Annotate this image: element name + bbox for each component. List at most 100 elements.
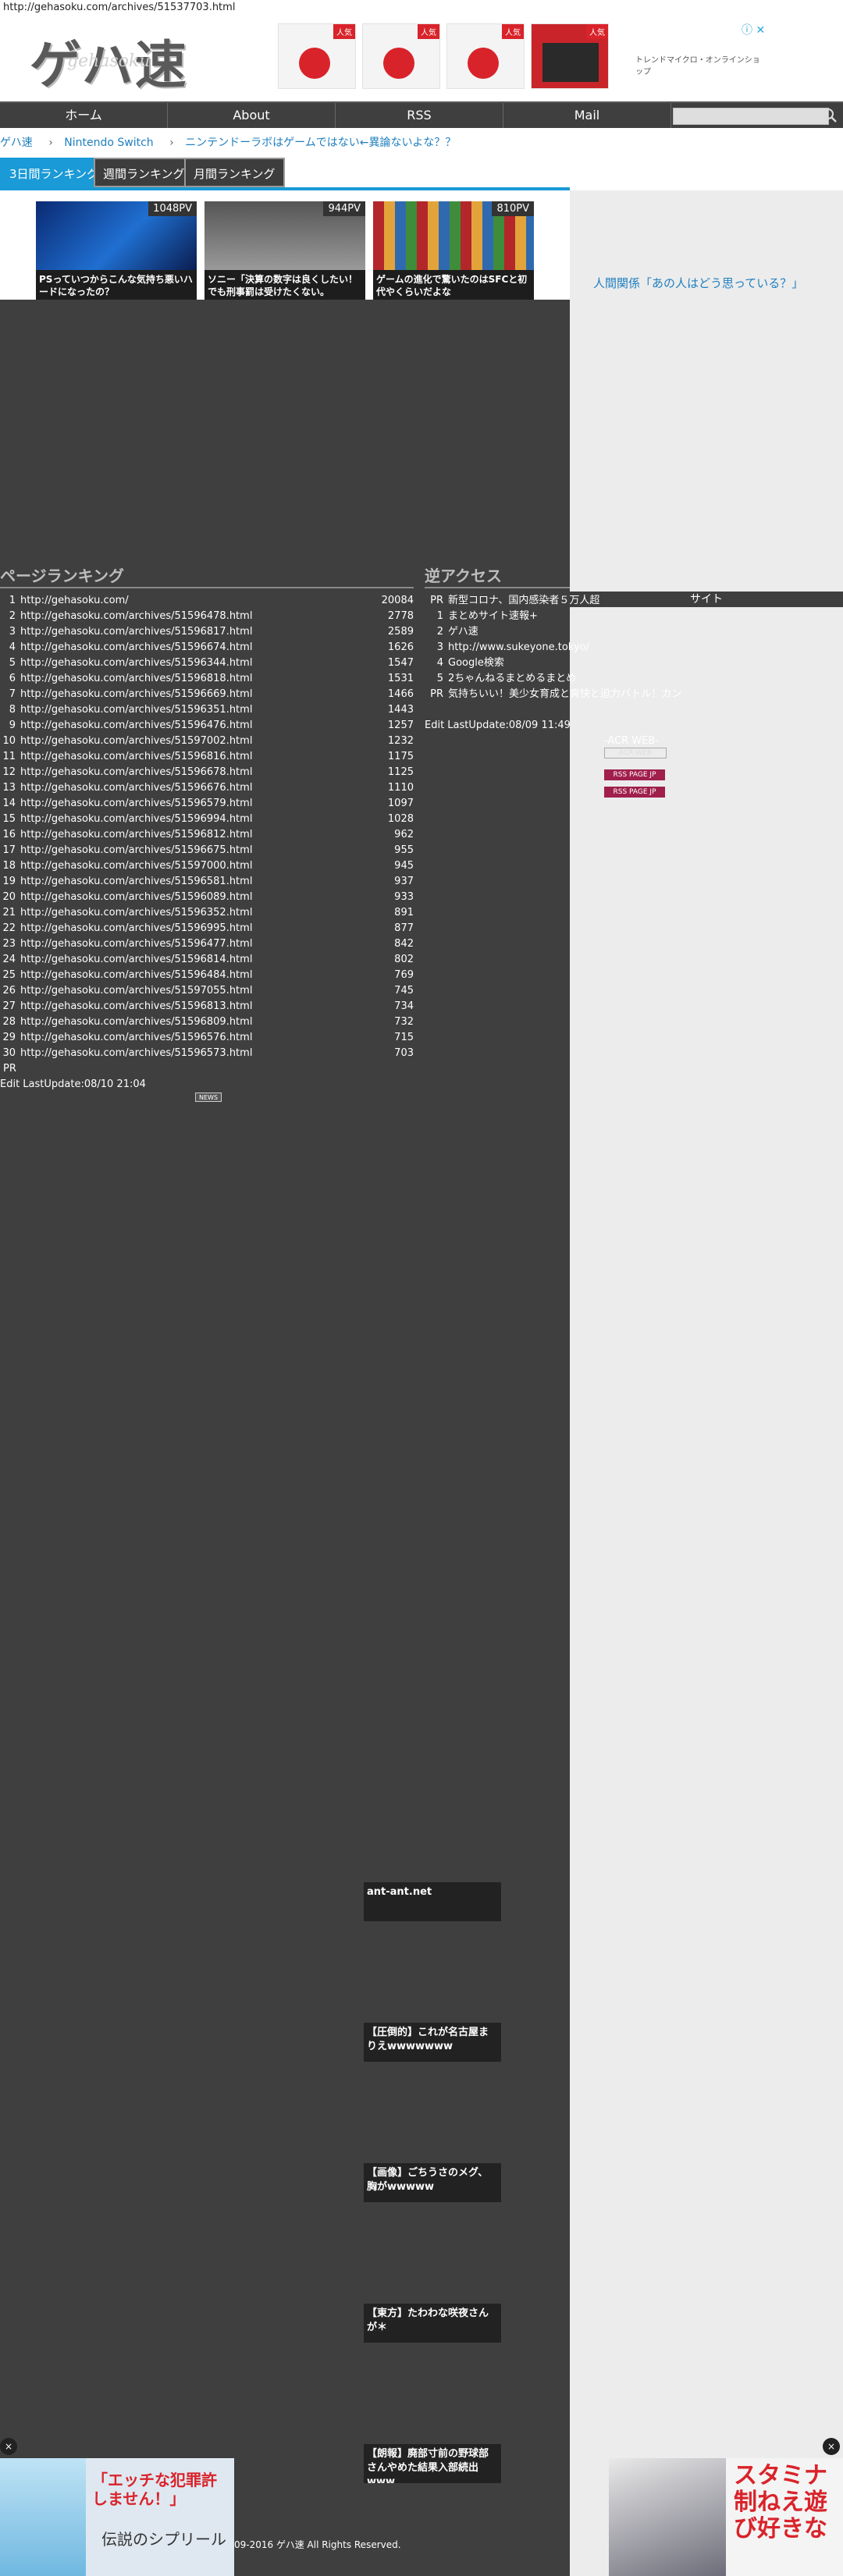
rank-url[interactable]: http://gehasoku.com/archives/51596573.ht… xyxy=(20,1046,252,1061)
table-row[interactable]: 4 http://gehasoku.com/archives/51596674.h… xyxy=(0,640,414,656)
nav-mail[interactable]: Mail xyxy=(503,103,671,128)
table-row[interactable]: 9 http://gehasoku.com/archives/51596476.h… xyxy=(0,718,414,734)
rank-url[interactable]: http://gehasoku.com/archives/51596477.ht… xyxy=(20,936,252,952)
article-card[interactable]: 【画像】ごちうさのメグ、胸がwwwww xyxy=(364,2163,501,2202)
table-row[interactable]: 22 http://gehasoku.com/archives/51596995.… xyxy=(0,921,414,936)
site-logo[interactable]: ゲハ速 gehasoku xyxy=(30,23,209,95)
list-item[interactable]: 1 まとめサイト速報+ xyxy=(425,609,682,624)
table-row[interactable]: 10 http://gehasoku.com/archives/51597002.… xyxy=(0,734,414,749)
search-icon[interactable] xyxy=(821,107,838,124)
close-icon[interactable]: × xyxy=(0,2438,17,2455)
rank-url[interactable]: http://gehasoku.com/ xyxy=(20,593,129,609)
rank-url[interactable]: http://gehasoku.com/archives/51597055.ht… xyxy=(20,983,252,999)
ranking-card[interactable]: 944PV ソニー「決算の数字は良くしたい！でも刑事罰は受けたくない。 xyxy=(205,201,365,300)
rank-url[interactable]: http://gehasoku.com/archives/51596676.ht… xyxy=(20,780,252,796)
table-row[interactable]: 7 http://gehasoku.com/archives/51596669.h… xyxy=(0,687,414,702)
rank-url[interactable]: http://gehasoku.com/archives/51596351.ht… xyxy=(20,702,252,718)
tab-weekly[interactable]: 週間ランキング xyxy=(94,158,194,187)
table-row[interactable]: 5 http://gehasoku.com/archives/51596344.h… xyxy=(0,656,414,671)
sidebar-link[interactable]: 人間関係「あの人はどう思っている？」 xyxy=(593,275,803,291)
list-item[interactable]: 2 ゲハ速 xyxy=(425,624,682,640)
table-row[interactable]: 3 http://gehasoku.com/archives/51596817.h… xyxy=(0,624,414,640)
rss-badge[interactable]: RSS PAGE JP xyxy=(604,787,665,798)
table-row[interactable]: 21 http://gehasoku.com/archives/51596352.… xyxy=(0,905,414,921)
table-row[interactable]: 16 http://gehasoku.com/archives/51596812.… xyxy=(0,827,414,843)
rank-url[interactable]: http://gehasoku.com/archives/51596478.ht… xyxy=(20,609,252,624)
acr-web-badge[interactable]: ACR WEB xyxy=(604,748,667,759)
rank-url[interactable]: http://gehasoku.com/archives/51596818.ht… xyxy=(20,671,252,687)
breadcrumb-category[interactable]: Nintendo Switch xyxy=(64,137,153,149)
table-row[interactable]: 13 http://gehasoku.com/archives/51596676.… xyxy=(0,780,414,796)
ranking-card[interactable]: 810PV ゲームの進化で驚いたのはSFCと初代やくらいだよな xyxy=(373,201,534,300)
access-link[interactable]: 新型コロナ、国内感染者５万人超 xyxy=(448,593,599,609)
header-ad-banner[interactable]: 人気 人気 人気 人気 トレンドマイクロ・オンラインショップ ⓘ ✕ xyxy=(275,19,767,95)
table-row[interactable]: 18 http://gehasoku.com/archives/51597000.… xyxy=(0,858,414,874)
rss-badge[interactable]: RSS PAGE JP xyxy=(604,769,665,780)
table-row[interactable]: 8 http://gehasoku.com/archives/51596351.h… xyxy=(0,702,414,718)
rank-url[interactable]: http://gehasoku.com/archives/51596994.ht… xyxy=(20,812,252,827)
search-input[interactable] xyxy=(673,108,829,125)
table-row[interactable]: 29 http://gehasoku.com/archives/51596576.… xyxy=(0,1030,414,1046)
access-link[interactable]: 気持ちいい！美少女育成と爽快と迫力バトル！カン... xyxy=(448,687,682,702)
ad-product-tile[interactable]: 人気 xyxy=(362,23,440,89)
table-row[interactable]: 11 http://gehasoku.com/archives/51596816.… xyxy=(0,749,414,765)
rank-url[interactable]: http://gehasoku.com/archives/51596813.ht… xyxy=(20,999,252,1014)
table-row[interactable]: 26 http://gehasoku.com/archives/51597055.… xyxy=(0,983,414,999)
rank-url[interactable]: http://gehasoku.com/archives/51596669.ht… xyxy=(20,687,252,702)
list-item[interactable]: 5 2ちゃんねるまとめるまとめ xyxy=(425,671,682,687)
list-item[interactable]: 3 http://www.sukeyone.tokyo/ xyxy=(425,640,682,656)
news-badge[interactable]: NEWS xyxy=(195,1093,222,1102)
table-row[interactable]: 27 http://gehasoku.com/archives/51596813.… xyxy=(0,999,414,1014)
pr-label[interactable]: PR xyxy=(3,1063,16,1075)
list-item[interactable]: PR 新型コロナ、国内感染者５万人超 xyxy=(425,593,682,609)
table-row[interactable]: 19 http://gehasoku.com/archives/51596581.… xyxy=(0,874,414,890)
table-row[interactable]: 30 http://gehasoku.com/archives/51596573.… xyxy=(0,1046,414,1061)
nav-home[interactable]: ホーム xyxy=(0,103,168,128)
close-icon[interactable]: × xyxy=(823,2438,840,2455)
access-link[interactable]: http://www.sukeyone.tokyo/ xyxy=(448,640,589,656)
ad-product-tile[interactable]: 人気 xyxy=(278,23,356,89)
table-row[interactable]: 2 http://gehasoku.com/archives/51596478.h… xyxy=(0,609,414,624)
breadcrumb-home[interactable]: ゲハ速 xyxy=(0,137,33,149)
rank-url[interactable]: http://gehasoku.com/archives/51596674.ht… xyxy=(20,640,252,656)
table-row[interactable]: 28 http://gehasoku.com/archives/51596809.… xyxy=(0,1014,414,1030)
rank-url[interactable]: http://gehasoku.com/archives/51596352.ht… xyxy=(20,905,252,921)
table-row[interactable]: 14 http://gehasoku.com/archives/51596579.… xyxy=(0,796,414,812)
table-row[interactable]: 24 http://gehasoku.com/archives/51596814.… xyxy=(0,952,414,968)
rank-url[interactable]: http://gehasoku.com/archives/51596816.ht… xyxy=(20,749,252,765)
ad-close-icon[interactable]: ⓘ ✕ xyxy=(742,22,765,37)
rank-url[interactable]: http://gehasoku.com/archives/51597000.ht… xyxy=(20,858,252,874)
edit-lastupdate[interactable]: Edit LastUpdate:08/10 21:04 xyxy=(0,1078,146,1090)
access-link[interactable]: ゲハ速 xyxy=(448,624,478,640)
table-row[interactable]: 1 http://gehasoku.com/20084 xyxy=(0,593,414,609)
tab-monthly[interactable]: 月間ランキング xyxy=(184,158,285,187)
rank-url[interactable]: http://gehasoku.com/archives/51596814.ht… xyxy=(20,952,252,968)
rank-url[interactable]: http://gehasoku.com/archives/51596579.ht… xyxy=(20,796,252,812)
rank-url[interactable]: http://gehasoku.com/archives/51596678.ht… xyxy=(20,765,252,780)
rank-url[interactable]: http://gehasoku.com/archives/51596089.ht… xyxy=(20,890,252,905)
rank-url[interactable]: http://gehasoku.com/archives/51596995.ht… xyxy=(20,921,252,936)
table-row[interactable]: 6 http://gehasoku.com/archives/51596818.h… xyxy=(0,671,414,687)
ranking-card[interactable]: 1048PV PSっていつからこんな気持ち悪いハードになったの？ xyxy=(36,201,197,300)
access-link[interactable]: まとめサイト速報+ xyxy=(448,609,538,624)
rank-url[interactable]: http://gehasoku.com/archives/51596476.ht… xyxy=(20,718,252,734)
table-row[interactable]: 15 http://gehasoku.com/archives/51596994.… xyxy=(0,812,414,827)
table-row[interactable]: 20 http://gehasoku.com/archives/51596089.… xyxy=(0,890,414,905)
list-item[interactable]: PR 気持ちいい！美少女育成と爽快と迫力バトル！カン... xyxy=(425,687,682,702)
table-row[interactable]: 12 http://gehasoku.com/archives/51596678.… xyxy=(0,765,414,780)
article-card[interactable]: 【東方】たわわな咲夜さんが＊ xyxy=(364,2304,501,2343)
access-link[interactable]: Google検索 xyxy=(448,656,504,671)
rank-url[interactable]: http://gehasoku.com/archives/51596809.ht… xyxy=(20,1014,252,1030)
rank-url[interactable]: http://gehasoku.com/archives/51596675.ht… xyxy=(20,843,252,858)
list-item[interactable]: 4 Google検索 xyxy=(425,656,682,671)
access-edit-lastupdate[interactable]: Edit LastUpdate:08/09 11:49 xyxy=(425,720,571,731)
float-ad-right[interactable]: スタミナ制ねえ遊び好きな xyxy=(609,2458,843,2576)
access-link[interactable]: 2ちゃんねるまとめるまとめ xyxy=(448,671,576,687)
rank-url[interactable]: http://gehasoku.com/archives/51596484.ht… xyxy=(20,968,252,983)
ad-shop-text[interactable]: トレンドマイクロ・オンラインショップ xyxy=(635,53,767,76)
table-row[interactable]: 23 http://gehasoku.com/archives/51596477.… xyxy=(0,936,414,952)
nav-rss[interactable]: RSS xyxy=(336,103,503,128)
nav-about[interactable]: About xyxy=(168,103,336,128)
article-card[interactable]: 【朗報】廃部寸前の野球部さんやめた結果入部続出www xyxy=(364,2444,501,2483)
rank-url[interactable]: http://gehasoku.com/archives/51596576.ht… xyxy=(20,1030,252,1046)
